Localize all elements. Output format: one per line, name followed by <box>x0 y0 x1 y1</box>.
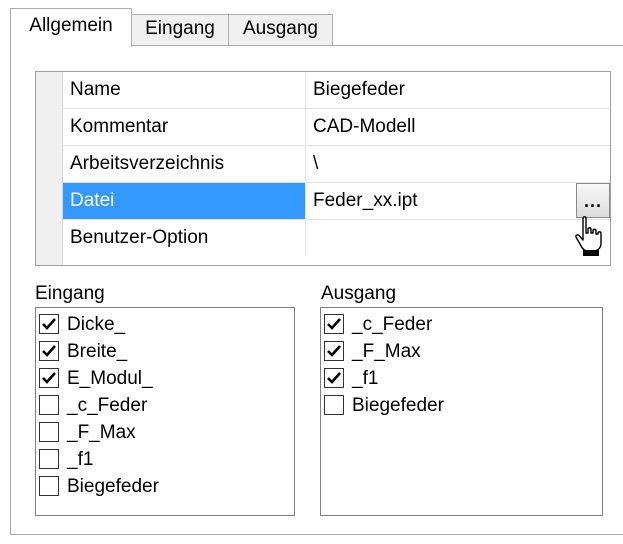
property-name: Name <box>63 72 306 108</box>
property-value[interactable]: Feder_xx.ipt ... <box>306 183 610 219</box>
property-value[interactable]: CAD-Modell <box>306 109 610 145</box>
property-name: Datei <box>63 183 306 219</box>
checkbox[interactable] <box>39 422 59 442</box>
property-name: Benutzer-Option <box>63 220 306 256</box>
list-item[interactable]: E_Modul_ <box>36 365 294 392</box>
checkbox[interactable] <box>39 395 59 415</box>
checkbox[interactable] <box>324 314 344 334</box>
checkbox[interactable] <box>39 476 59 496</box>
grid-row-name[interactable]: Name Biegefeder <box>63 72 610 109</box>
checkbox[interactable] <box>324 341 344 361</box>
list-item[interactable]: Biegefeder <box>321 392 602 419</box>
eingang-listbox[interactable]: Dicke_ Breite_ E_Modul_ _c_Feder _F_Max … <box>35 307 295 516</box>
item-label: _F_Max <box>352 341 421 362</box>
property-name: Arbeitsverzeichnis <box>63 146 306 182</box>
checkbox[interactable] <box>39 341 59 361</box>
property-value[interactable]: Biegefeder <box>306 72 610 108</box>
eingang-label: Eingang <box>35 283 105 304</box>
item-label: _f1 <box>352 368 379 389</box>
property-value[interactable] <box>306 220 610 256</box>
checkbox[interactable] <box>39 449 59 469</box>
grid-row-kommentar[interactable]: Kommentar CAD-Modell <box>63 109 610 146</box>
property-grid: Name Biegefeder Kommentar CAD-Modell Arb… <box>35 71 611 266</box>
list-item[interactable]: _c_Feder <box>321 311 602 338</box>
ausgang-label: Ausgang <box>321 283 397 304</box>
item-label: E_Modul_ <box>67 368 153 389</box>
browse-button[interactable]: ... <box>576 183 610 218</box>
item-label: Biegefeder <box>352 395 444 416</box>
list-item[interactable]: _F_Max <box>321 338 602 365</box>
list-item[interactable]: _c_Feder <box>36 392 294 419</box>
item-label: Breite_ <box>67 341 128 362</box>
list-item[interactable]: Breite_ <box>36 338 294 365</box>
grid-row-datei[interactable]: Datei Feder_xx.ipt ... <box>63 183 610 220</box>
item-label: _c_Feder <box>67 395 148 416</box>
grid-row-benutzer-option[interactable]: Benutzer-Option <box>63 220 610 257</box>
item-label: Biegefeder <box>67 476 159 497</box>
item-label: _f1 <box>67 449 94 470</box>
list-item[interactable]: Biegefeder <box>36 473 294 500</box>
checkbox[interactable] <box>39 368 59 388</box>
property-name: Kommentar <box>63 109 306 145</box>
grid-row-arbeitsverzeichnis[interactable]: Arbeitsverzeichnis \ <box>63 146 610 183</box>
list-item[interactable]: _F_Max <box>36 419 294 446</box>
item-label: _F_Max <box>67 422 136 443</box>
grid-row-header-column <box>36 72 63 265</box>
list-item[interactable]: _f1 <box>36 446 294 473</box>
checkbox[interactable] <box>324 395 344 415</box>
ausgang-listbox[interactable]: _c_Feder _F_Max _f1 Biegefeder <box>320 307 603 516</box>
tab-eingang[interactable]: Eingang <box>131 14 229 46</box>
file-value[interactable]: Feder_xx.ipt <box>313 190 418 211</box>
checkbox[interactable] <box>324 368 344 388</box>
item-label: _c_Feder <box>352 314 433 335</box>
checkbox[interactable] <box>39 314 59 334</box>
tab-ausgang[interactable]: Ausgang <box>228 14 333 46</box>
tab-allgemein[interactable]: Allgemein <box>10 8 132 47</box>
tab-strip: Eingang Ausgang Allgemein <box>0 0 623 47</box>
list-item[interactable]: Dicke_ <box>36 311 294 338</box>
hand-pointer-icon <box>575 216 602 256</box>
property-value[interactable]: \ <box>306 146 610 182</box>
item-label: Dicke_ <box>67 314 126 335</box>
list-item[interactable]: _f1 <box>321 365 602 392</box>
